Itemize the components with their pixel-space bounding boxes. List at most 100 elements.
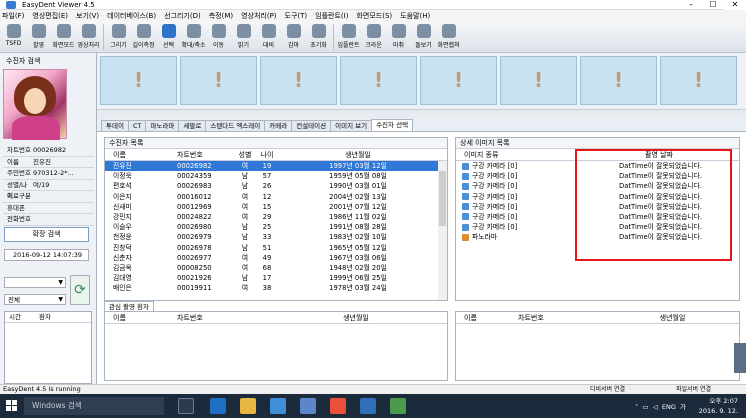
thumbnail[interactable]: ! <box>420 56 497 105</box>
table-row[interactable]: 강민지 00024822 여 29 1986년 11월 02일 <box>105 212 438 222</box>
filter-combo-1[interactable]: ▼ <box>4 277 66 288</box>
thumbnail[interactable]: ! <box>340 56 417 105</box>
tab-bar: 투데이 CT 파노라마 세팔로 스탠다드 엑스레이 카메라 컨설테이션 이미지 … <box>97 119 746 131</box>
tool-crown[interactable]: 크라운 <box>362 21 385 53</box>
app-icon[interactable] <box>330 398 346 414</box>
table-row[interactable]: 진창덕 00026978 남 51 1965년 05월 12일 <box>105 243 438 253</box>
menu-view[interactable]: 보기(V) <box>76 11 99 21</box>
tool-capture[interactable]: 촬영 <box>27 21 50 53</box>
filter-combo-2[interactable]: 전체 ▼ <box>4 294 66 305</box>
thumbnail[interactable]: ! <box>180 56 257 105</box>
table-row[interactable]: 김금옥 00008250 여 68 1948년 02월 20일 <box>105 263 438 273</box>
close-button[interactable]: ✕ <box>724 0 746 10</box>
extended-search-button[interactable]: 확장 검색 <box>4 227 89 242</box>
tool-gamma[interactable]: 감마 <box>282 21 305 53</box>
menu-draw[interactable]: 선그리기(D) <box>164 11 201 21</box>
refresh-button[interactable]: ⟳ <box>70 275 90 305</box>
thumbnail[interactable]: ! <box>100 56 177 105</box>
db-server-status: 디비서버 연결 <box>590 386 626 393</box>
store-icon[interactable] <box>270 398 286 414</box>
date-field[interactable]: 2016-09-12 14:07:39 <box>4 249 89 261</box>
tool-measure[interactable]: 길이측정 <box>132 21 155 53</box>
tab-image-view[interactable]: 이미지 보기 <box>330 120 373 131</box>
menu-process[interactable]: 영상처리(P) <box>241 11 276 21</box>
tab-panorama[interactable]: 파노라마 <box>145 120 180 131</box>
tool-zoom[interactable]: 확대/축소 <box>181 21 206 53</box>
table-row[interactable]: 이정욱 00024359 남 57 1959년 05월 08일 <box>105 171 438 181</box>
side-tab[interactable] <box>734 343 746 373</box>
menu-tools[interactable]: 도구(T) <box>285 11 308 21</box>
tab-consultation[interactable]: 컨설테이션 <box>291 120 332 131</box>
tool-tsfd[interactable]: TSFD <box>2 21 25 53</box>
title-bar: EasyDent Viewer 4.5 – ☐ ✕ <box>0 0 746 10</box>
table-row[interactable]: 천정윤 00026979 남 33 1983년 02월 10일 <box>105 232 438 242</box>
toolbar-separator <box>103 24 104 50</box>
table-row[interactable]: 이은지 00016012 여 12 2004년 02월 13일 <box>105 192 438 202</box>
folder-icon[interactable] <box>240 398 256 414</box>
chart-number-value: 00026982 <box>33 146 67 154</box>
table-row[interactable]: 신춘자 00026977 여 49 1967년 03월 06일 <box>105 253 438 263</box>
thumbnail-scrollbar[interactable] <box>97 109 746 118</box>
task-view-icon[interactable] <box>178 398 194 414</box>
table-row[interactable]: 김대영 00021926 남 17 1999년 06월 25일 <box>105 273 438 283</box>
table-row[interactable]: 배인은 00019911 여 38 1978년 03월 24일 <box>105 283 438 293</box>
tool-anesthesia[interactable]: 마취 <box>387 21 410 53</box>
warning-icon: ! <box>453 68 464 92</box>
app-icon[interactable] <box>300 398 316 414</box>
menu-edit[interactable]: 영상편집(E) <box>32 11 68 21</box>
window-title: EasyDent Viewer 4.5 <box>22 1 95 9</box>
easydent-taskbar-icon[interactable] <box>390 398 406 414</box>
tab-patient-select[interactable]: 수진자 선택 <box>371 119 414 131</box>
patient-list-scrollbar[interactable] <box>438 161 447 300</box>
network-icon[interactable]: ▭ <box>642 403 648 411</box>
thumbnail[interactable]: ! <box>260 56 337 105</box>
table-row[interactable]: 진유진 00026982 여 19 1997년 03월 12일 <box>105 161 438 172</box>
zoom-icon <box>186 24 201 38</box>
tool-imageprocess[interactable]: 영상처리 <box>77 21 100 53</box>
tool-select[interactable]: 선택 <box>157 21 180 53</box>
name-value: 진유진 <box>33 157 51 166</box>
patient-search-panel: 수진자 검색 차트번호 00026982 이름 진유진 주민번호 970312-2*.… <box>0 53 97 384</box>
menu-database[interactable]: 데이터베이스(B) <box>107 11 156 21</box>
tab-standard-xray[interactable]: 스탠다드 엑스레이 <box>205 120 266 131</box>
tab-related-patients[interactable]: 관심 촬영 환자 <box>104 301 155 311</box>
warning-icon: ! <box>613 68 624 92</box>
warning-icon: ! <box>213 68 224 92</box>
minimize-button[interactable]: – <box>680 0 702 10</box>
menu-file[interactable]: 파일(F) <box>2 11 24 21</box>
ime-indicator[interactable]: 가 <box>680 403 686 411</box>
table-row[interactable]: 신새미 00012969 여 15 2001년 07월 12일 <box>105 202 438 212</box>
tool-draw[interactable]: 그리기 <box>107 21 130 53</box>
table-row[interactable]: 편호석 00026983 남 26 1990년 03월 01일 <box>105 181 438 191</box>
menu-screenmode[interactable]: 화면모드(S) <box>356 11 392 21</box>
taskbar-search[interactable]: Windows 검색 <box>24 397 164 415</box>
tab-ct[interactable]: CT <box>127 120 147 131</box>
thumbnail[interactable]: ! <box>500 56 577 105</box>
tool-screencapture[interactable]: 화면캡쳐 <box>437 21 460 53</box>
tool-reset[interactable]: 초기화 <box>307 21 330 53</box>
tool-magnifier[interactable]: 돌보기 <box>412 21 435 53</box>
chevron-up-icon[interactable]: ˄ <box>635 403 638 411</box>
windows-start-icon[interactable] <box>6 400 18 412</box>
clock[interactable]: 오후 2:07 2016. 9. 12. <box>699 396 738 416</box>
tool-move[interactable]: 이동 <box>207 21 230 53</box>
tab-today[interactable]: 투데이 <box>101 120 129 131</box>
language-indicator[interactable]: ENG <box>662 403 676 411</box>
tool-implant[interactable]: 임플란트 <box>337 21 360 53</box>
table-row[interactable]: 이슬우 00026980 남 25 1991년 08월 28일 <box>105 222 438 232</box>
maximize-button[interactable]: ☐ <box>702 0 724 10</box>
menu-help[interactable]: 도움말(H) <box>400 11 430 21</box>
schedule-table[interactable]: 시간 환자 <box>4 311 92 384</box>
menu-implant[interactable]: 임플란트(I) <box>315 11 348 21</box>
tool-contrast[interactable]: 대비 <box>257 21 280 53</box>
tool-screenmode[interactable]: 화면모드 <box>52 21 75 53</box>
thumbnail[interactable]: ! <box>580 56 657 105</box>
thumbnail[interactable]: ! <box>660 56 737 105</box>
edge-icon[interactable] <box>210 398 226 414</box>
tool-brightness[interactable]: 밝기 <box>232 21 255 53</box>
tab-camera[interactable]: 카메라 <box>264 120 293 131</box>
volume-icon[interactable]: ◁ <box>653 403 658 411</box>
menu-measure[interactable]: 측정(M) <box>209 11 233 21</box>
app-icon[interactable] <box>360 398 376 414</box>
tab-cephalo[interactable]: 세팔로 <box>178 120 207 131</box>
